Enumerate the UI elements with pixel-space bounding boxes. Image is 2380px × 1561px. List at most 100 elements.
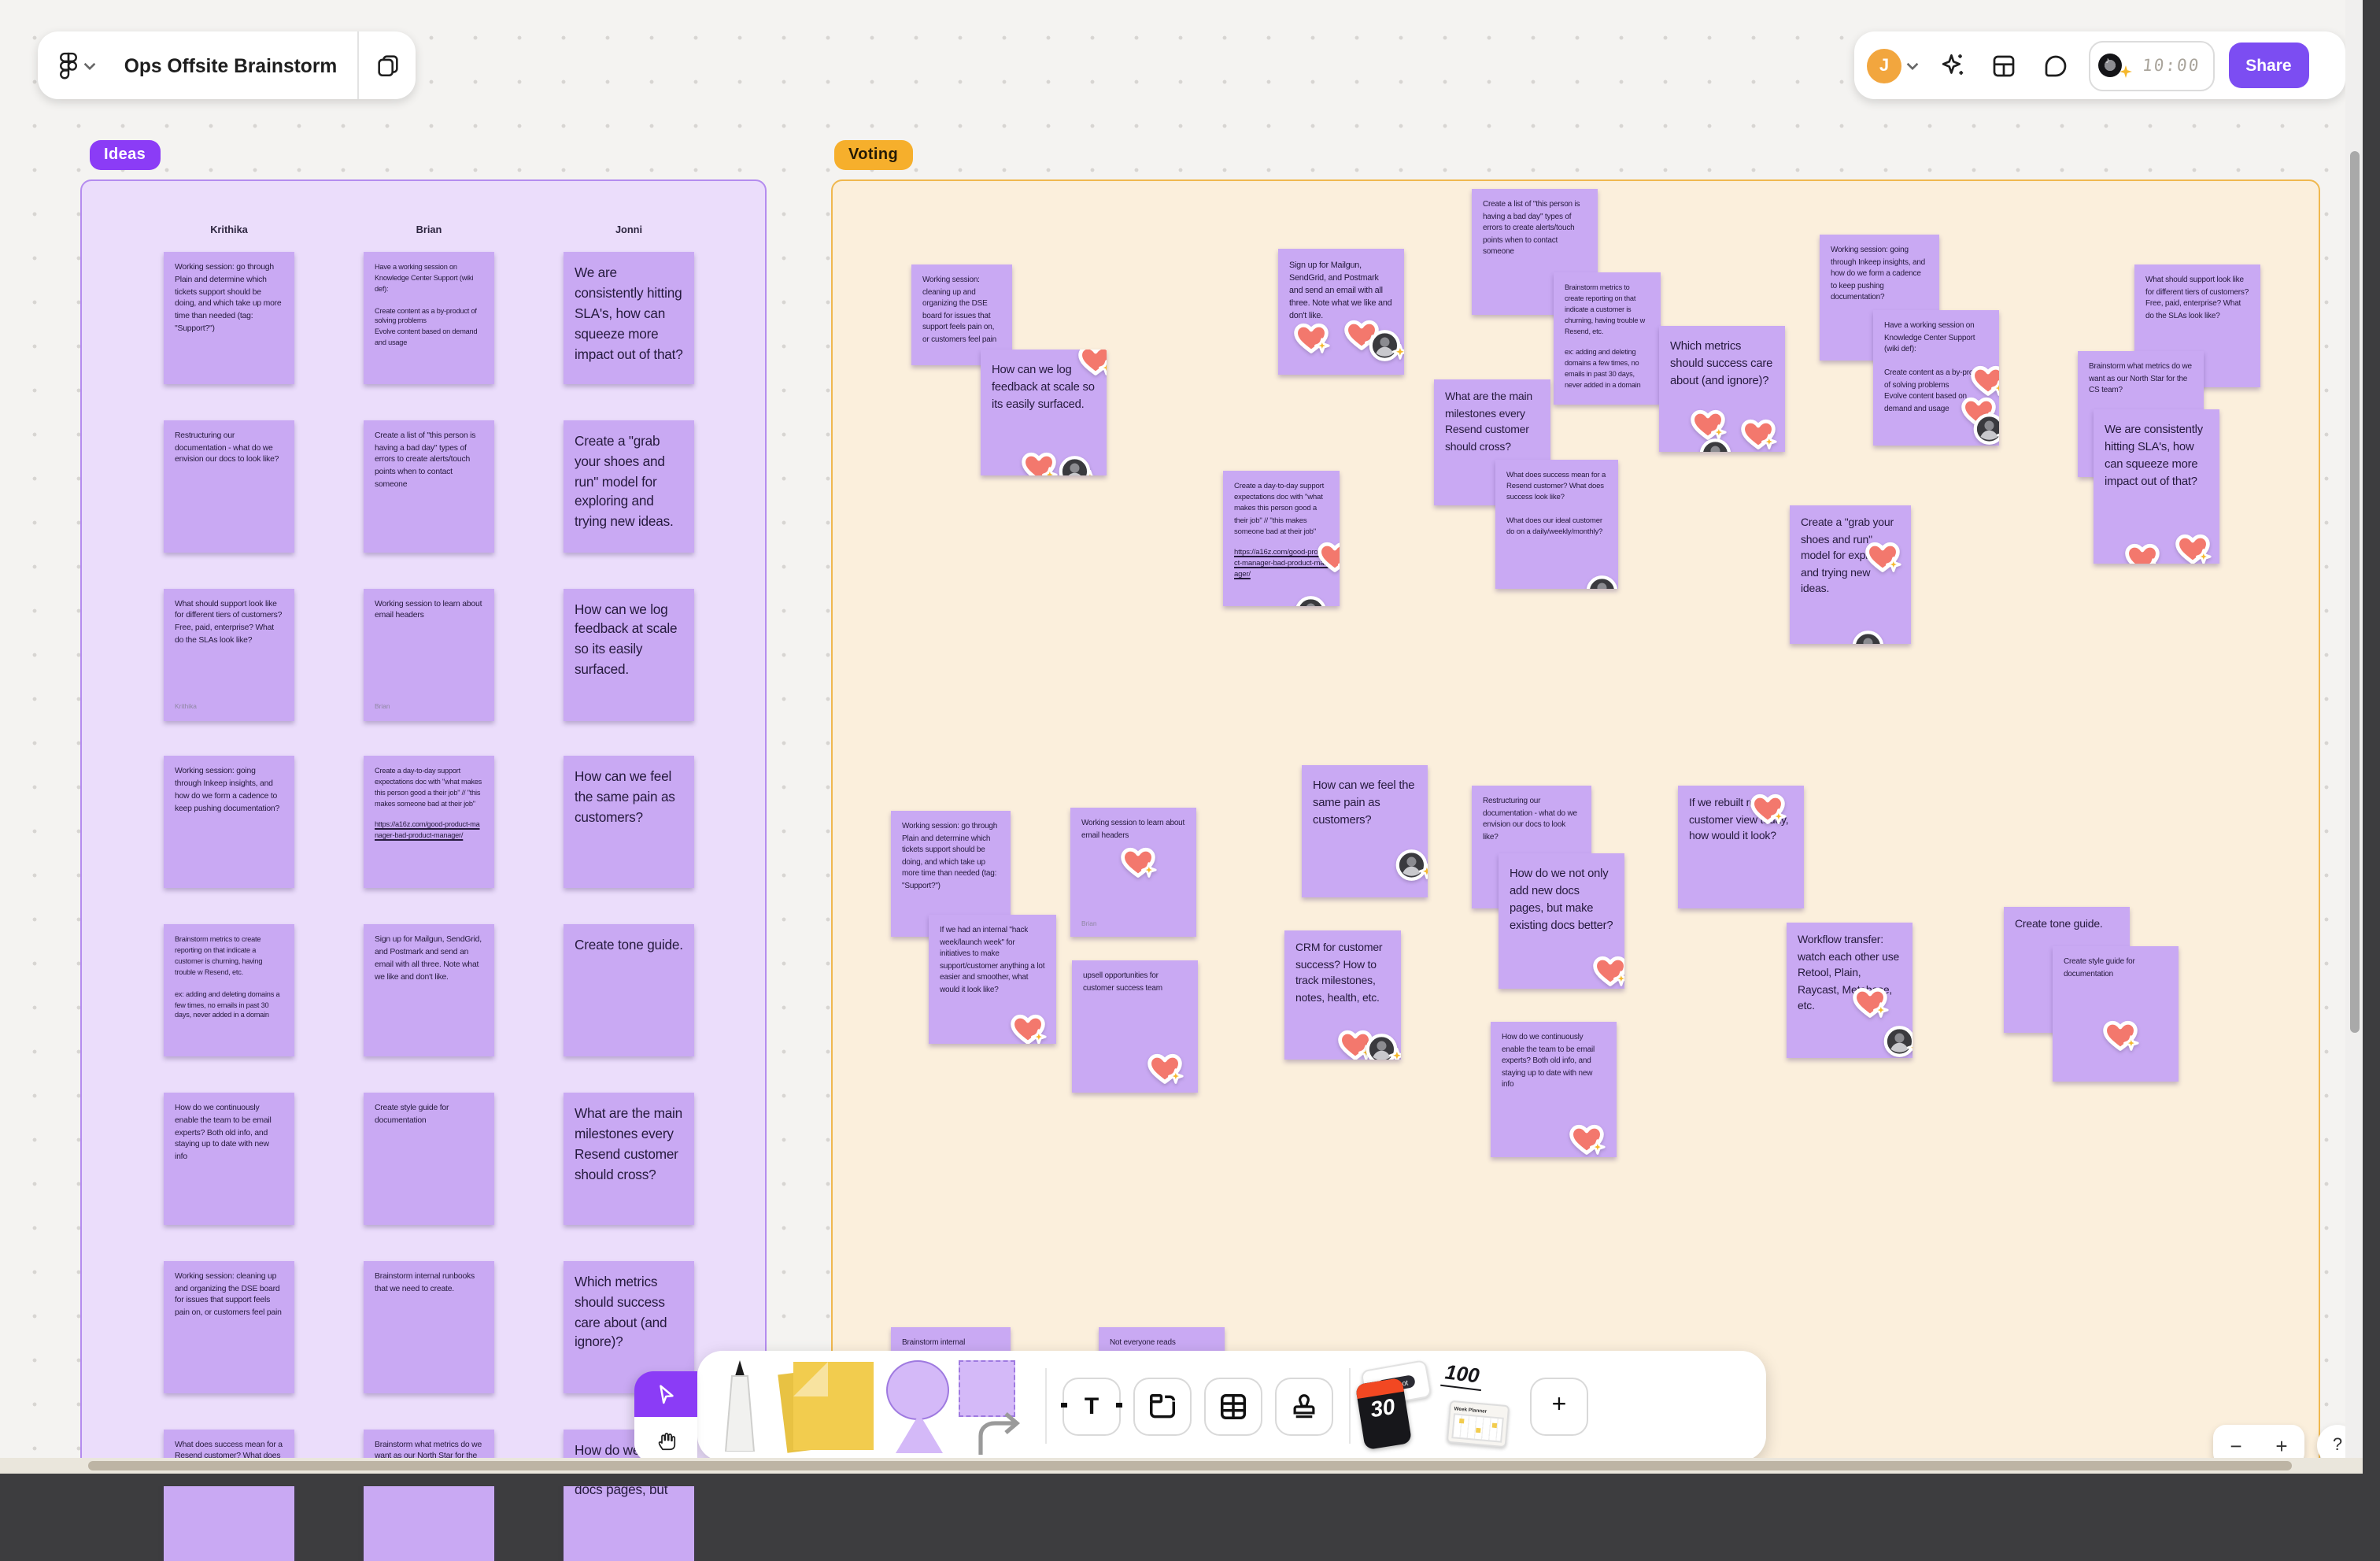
sticky-note[interactable]: How do we continuously enable the team t… bbox=[1491, 1022, 1617, 1157]
heart-sticker-icon[interactable] bbox=[1144, 1049, 1185, 1092]
duplicate-file-button[interactable] bbox=[359, 31, 416, 99]
voting-section-label[interactable]: Voting bbox=[834, 140, 913, 170]
ai-sparkle-button[interactable] bbox=[1933, 50, 1971, 80]
avatar-sticker-icon[interactable] bbox=[1584, 573, 1618, 589]
zoom-in-button[interactable]: + bbox=[2275, 1433, 2287, 1457]
heart-sticker-icon[interactable] bbox=[1566, 1119, 1607, 1157]
heart-sticker-icon[interactable] bbox=[2172, 529, 2213, 564]
heart-sticker-icon[interactable] bbox=[2100, 1015, 2141, 1059]
avatar-sticker-icon[interactable] bbox=[1971, 411, 1999, 446]
table-tool-button[interactable] bbox=[1204, 1377, 1262, 1435]
avatar-sticker-icon[interactable] bbox=[1292, 594, 1335, 606]
hand-tool-button[interactable] bbox=[634, 1417, 697, 1463]
sticky-note[interactable]: Sign up for Mailgun, SendGrid, and Postm… bbox=[364, 924, 494, 1057]
sticky-note[interactable]: Have a working session on Knowledge Cent… bbox=[1873, 310, 1999, 446]
heart-sticker-icon[interactable] bbox=[1738, 414, 1779, 452]
sticky-note[interactable]: If we rebuilt retool customer view today… bbox=[1678, 786, 1804, 908]
avatar-sticker-icon[interactable] bbox=[1393, 847, 1428, 888]
file-title[interactable]: Ops Offsite Brainstorm bbox=[110, 54, 351, 76]
heart-sticker-icon[interactable] bbox=[1291, 318, 1332, 361]
heart-sticker-icon[interactable] bbox=[1075, 350, 1107, 383]
sticky-note[interactable]: CRM for customer success? How to track m… bbox=[1284, 930, 1401, 1060]
sticky-note[interactable]: Have a working session on Knowledge Cent… bbox=[364, 252, 494, 384]
select-tool-button[interactable] bbox=[634, 1371, 697, 1417]
sticky-note[interactable]: Create a day-to-day support expectations… bbox=[364, 756, 494, 889]
horizontal-scrollbar-thumb[interactable] bbox=[88, 1461, 2292, 1470]
timer-widget[interactable]: 10:00 bbox=[2089, 40, 2215, 91]
sticky-note[interactable]: Brainstorm metrics to create reporting o… bbox=[164, 924, 294, 1057]
sticky-note[interactable]: upsell opportunities for customer succes… bbox=[1072, 960, 1198, 1093]
sticky-note[interactable]: Working session: cleaning up and organiz… bbox=[164, 1260, 294, 1393]
sticky-note[interactable]: How can we feel the same pain as custome… bbox=[564, 756, 694, 889]
sticky-note[interactable]: Create a list of "this person is having … bbox=[364, 420, 494, 553]
section-tool-button[interactable] bbox=[1133, 1377, 1192, 1435]
sticky-note[interactable]: Create style guide for documentation bbox=[364, 1093, 494, 1225]
templates-button[interactable] bbox=[1985, 51, 2023, 80]
sticky-note[interactable]: How can we log feedback at scale so its … bbox=[564, 588, 694, 721]
figjam-canvas[interactable]: Ideas Voting Krithika Brian Jonni Working … bbox=[0, 0, 2380, 1561]
sticky-note[interactable]: We are consistently hitting SLA's, how c… bbox=[2094, 409, 2219, 564]
heart-sticker-icon[interactable] bbox=[1118, 842, 1159, 886]
sticky-note[interactable]: Working session to learn about email hea… bbox=[364, 588, 494, 721]
heart-sticker-icon[interactable] bbox=[1018, 447, 1059, 475]
text-tool-button[interactable]: T bbox=[1061, 1377, 1122, 1435]
sticky-note[interactable]: Workflow transfer: watch each other use … bbox=[1787, 923, 1913, 1058]
sticky-note[interactable]: What are the main milestones every Resen… bbox=[564, 1093, 694, 1225]
sticky-note[interactable]: Create a "grab your shoes and run" model… bbox=[1790, 505, 1911, 644]
ideas-section-label[interactable]: Ideas bbox=[90, 140, 161, 170]
avatar-sticker-icon[interactable] bbox=[1881, 1023, 1913, 1058]
sticky-note[interactable]: Create tone guide. bbox=[564, 924, 694, 1057]
sticky-note-link[interactable]: https://a16z.com/good-product-manager-ba… bbox=[375, 820, 483, 842]
comments-button[interactable] bbox=[2037, 51, 2075, 80]
vertical-scrollbar-thumb[interactable] bbox=[2349, 151, 2359, 1033]
heart-sticker-icon[interactable] bbox=[1850, 982, 1890, 1027]
avatar-sticker-icon[interactable] bbox=[1363, 1031, 1401, 1060]
heart-sticker-icon[interactable] bbox=[1862, 537, 1903, 582]
avatar-sticker-icon[interactable] bbox=[1697, 436, 1739, 452]
avatar-sticker-icon[interactable] bbox=[1850, 628, 1892, 644]
sticky-note[interactable]: How can we log feedback at scale so its … bbox=[981, 350, 1107, 475]
sticky-note[interactable]: If we had an internal "hack week/launch … bbox=[929, 915, 1056, 1044]
heart-sticker-icon[interactable] bbox=[1314, 537, 1340, 579]
hundred-points-sticker[interactable]: 100 bbox=[1440, 1359, 1484, 1392]
sticky-note[interactable]: What does success mean for a Resend cust… bbox=[164, 1429, 294, 1561]
sticky-note[interactable]: Brainstorm internal runbooks that we nee… bbox=[364, 1260, 494, 1393]
sticky-note[interactable]: Sign up for Mailgun, SendGrid, and Postm… bbox=[1278, 249, 1404, 375]
sticky-note[interactable]: Create a "grab your shoes and run" model… bbox=[564, 420, 694, 553]
stickers-library[interactable]: Jambot 30 100 Week Planner bbox=[1354, 1356, 1524, 1456]
sticky-note[interactable]: What does success mean for a Resend cust… bbox=[1495, 460, 1618, 589]
share-button[interactable]: Share bbox=[2228, 43, 2309, 88]
current-user-menu[interactable]: J bbox=[1867, 48, 1919, 83]
sticky-note[interactable]: How do we not only add new docs pages, b… bbox=[1499, 853, 1624, 989]
add-more-tools-button[interactable]: + bbox=[1530, 1377, 1588, 1435]
sticky-note[interactable]: Brainstorm metrics to create reporting o… bbox=[1554, 272, 1661, 405]
select-hand-tool-group[interactable] bbox=[634, 1371, 697, 1463]
sticky-note[interactable]: How do we continuously enable the team t… bbox=[164, 1093, 294, 1225]
square-shape-icon[interactable] bbox=[959, 1360, 1015, 1417]
sticky-note[interactable]: Working session: going through Inkeep in… bbox=[164, 756, 294, 889]
zoom-out-button[interactable]: − bbox=[2230, 1433, 2241, 1457]
sticky-note[interactable]: Create style guide for documentation bbox=[2053, 946, 2179, 1082]
ellipse-shape-icon[interactable] bbox=[886, 1360, 949, 1420]
user-avatar[interactable]: J bbox=[1867, 48, 1901, 83]
shape-tools[interactable] bbox=[883, 1357, 1033, 1455]
sticky-note[interactable]: We are consistently hitting SLA's, how c… bbox=[564, 252, 694, 384]
sticky-note[interactable]: Brainstorm what metrics do we want as ou… bbox=[364, 1429, 494, 1561]
sticky-note[interactable]: Restructuring our documentation - what d… bbox=[164, 420, 294, 553]
week-planner-sticker[interactable]: Week Planner bbox=[1446, 1400, 1510, 1448]
heart-sticker-icon[interactable] bbox=[1590, 951, 1624, 989]
sticky-note[interactable]: What should support look like for differ… bbox=[164, 588, 294, 721]
avatar-sticker-icon[interactable] bbox=[1366, 327, 1404, 368]
triangle-shape-icon[interactable] bbox=[896, 1414, 943, 1453]
main-menu-button[interactable] bbox=[38, 51, 110, 80]
stamp-tool-button[interactable] bbox=[1275, 1377, 1333, 1435]
sticky-note[interactable]: Working session to learn about email hea… bbox=[1070, 808, 1196, 937]
sticky-note[interactable]: How can we feel the same pain as custome… bbox=[1302, 765, 1428, 897]
calendar-sticker[interactable]: 30 bbox=[1354, 1377, 1413, 1451]
avatar-sticker-icon[interactable] bbox=[1056, 453, 1099, 475]
sticky-note[interactable]: Which metrics should success care about … bbox=[1659, 326, 1785, 452]
sticky-note[interactable]: Create a day-to-day support expectations… bbox=[1223, 471, 1340, 606]
heart-sticker-icon[interactable] bbox=[1747, 789, 1788, 834]
sticky-note[interactable]: Working session: go through Plain and de… bbox=[164, 252, 294, 384]
sticky-note-tool[interactable] bbox=[778, 1362, 874, 1453]
